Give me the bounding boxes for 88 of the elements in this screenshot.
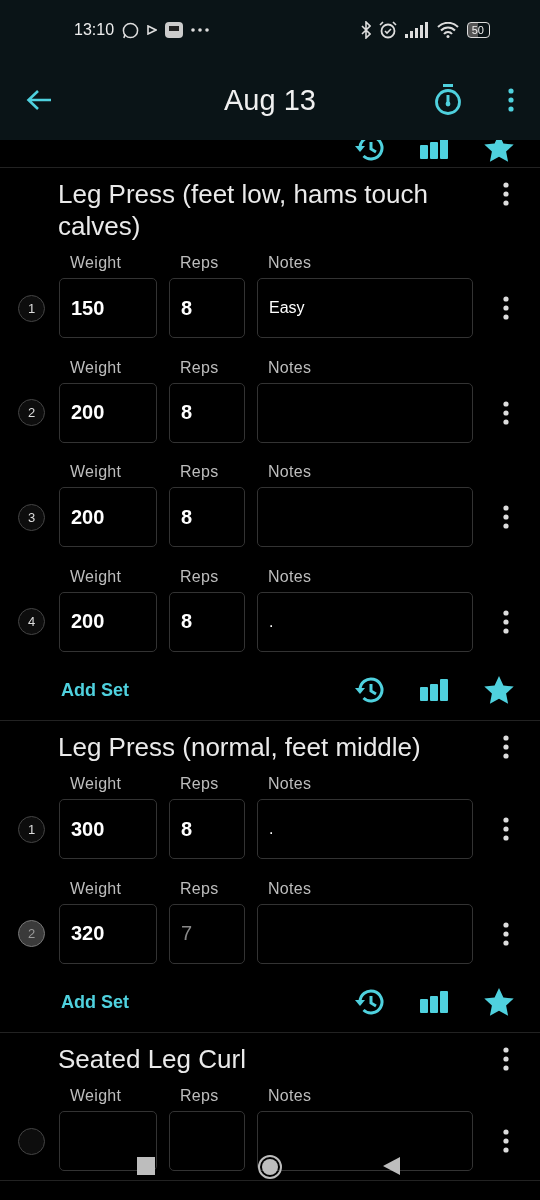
battery-indicator: 50 xyxy=(466,22,490,38)
weight-field[interactable]: 200 xyxy=(59,487,157,547)
star-icon[interactable] xyxy=(484,676,514,704)
reps-label: Reps xyxy=(180,1087,219,1105)
weight-field[interactable]: 320 xyxy=(59,903,157,964)
star-icon[interactable] xyxy=(484,988,514,1016)
more-icon[interactable] xyxy=(503,817,509,841)
notes-label: Notes xyxy=(268,775,312,793)
reps-label: Reps xyxy=(180,775,219,793)
notes-label: Notes xyxy=(268,879,312,898)
weight-label: Weight xyxy=(70,463,122,481)
bar-chart-icon[interactable] xyxy=(420,991,448,1013)
stopwatch-icon[interactable] xyxy=(434,84,462,116)
history-icon[interactable] xyxy=(354,140,384,162)
notes-label: Notes xyxy=(268,463,312,481)
history-icon[interactable] xyxy=(354,676,384,704)
play-icon xyxy=(147,25,158,35)
set-number: 2 xyxy=(18,920,45,947)
more-icon[interactable] xyxy=(503,400,509,425)
notes-field[interactable] xyxy=(257,903,473,964)
notes-label: Notes xyxy=(268,1087,312,1105)
wifi-icon xyxy=(436,22,459,38)
weight-field[interactable]: 150 xyxy=(59,278,157,338)
more-icon[interactable] xyxy=(503,505,509,529)
notes-field[interactable] xyxy=(257,1111,473,1171)
notes-field[interactable] xyxy=(257,382,473,443)
reps-field[interactable]: 8 xyxy=(169,591,245,652)
star-icon[interactable] xyxy=(484,140,514,162)
weight-label: Weight xyxy=(70,567,122,586)
weight-field[interactable]: 300 xyxy=(59,799,157,859)
reps-label: Reps xyxy=(180,879,219,898)
weight-label: Weight xyxy=(70,775,122,793)
exercise-title: Leg Press (normal, feet middle) xyxy=(58,731,422,763)
add-set-link[interactable]: Add Set xyxy=(61,679,129,701)
add-set-link[interactable]: Add Set xyxy=(61,991,129,1013)
reps-label: Reps xyxy=(180,254,219,272)
reps-field[interactable]: 8 xyxy=(169,799,245,859)
weight-label: Weight xyxy=(70,254,122,272)
notes-field[interactable]: . xyxy=(257,591,473,652)
weight-field[interactable] xyxy=(59,1111,157,1171)
bar-chart-icon[interactable] xyxy=(420,679,448,701)
reps-label: Reps xyxy=(180,567,219,586)
more-icon[interactable] xyxy=(503,735,509,759)
history-icon[interactable] xyxy=(354,988,384,1016)
more-icon[interactable] xyxy=(503,1129,509,1153)
reps-label: Reps xyxy=(180,463,219,481)
exercise-title: Leg Press (feet low, hams touch calves) xyxy=(58,178,429,242)
more-icon[interactable] xyxy=(503,609,509,634)
bar-chart-icon[interactable] xyxy=(420,140,448,159)
more-icon[interactable] xyxy=(503,182,509,206)
chat-icon xyxy=(122,21,140,39)
notes-label: Notes xyxy=(268,567,312,586)
set-number: 4 xyxy=(18,608,45,635)
set-number: 3 xyxy=(18,503,45,531)
more-icon[interactable] xyxy=(503,921,509,946)
back-arrow-icon[interactable] xyxy=(26,89,52,111)
weight-field[interactable]: 200 xyxy=(59,382,157,443)
reps-field[interactable]: 8 xyxy=(169,382,245,443)
notes-field[interactable] xyxy=(257,487,473,547)
more-notifications-icon xyxy=(191,28,210,32)
alarm-icon xyxy=(378,21,397,39)
screen-title: Aug 13 xyxy=(224,83,316,116)
weight-label: Weight xyxy=(70,1087,122,1105)
notes-label: Notes xyxy=(268,358,312,377)
set-number: 1 xyxy=(18,815,45,843)
bluetooth-icon xyxy=(360,21,371,39)
home-icon[interactable] xyxy=(257,1154,283,1180)
more-icon[interactable] xyxy=(503,1047,509,1071)
signal-icon xyxy=(404,22,429,38)
more-icon[interactable] xyxy=(508,88,514,112)
back-icon[interactable] xyxy=(383,1157,400,1175)
clock-time: 13:10 xyxy=(74,21,115,39)
reps-field[interactable]: 7 xyxy=(169,903,245,964)
more-icon[interactable] xyxy=(503,296,509,320)
reps-label: Reps xyxy=(180,358,219,377)
set-number: 2 xyxy=(18,399,45,426)
set-number: 1 xyxy=(18,294,45,322)
weight-label: Weight xyxy=(70,358,122,377)
reps-field[interactable]: 8 xyxy=(169,278,245,338)
notes-field[interactable]: Easy xyxy=(257,278,473,338)
ad-icon xyxy=(165,22,184,38)
weight-label: Weight xyxy=(70,879,122,898)
reps-field[interactable]: 8 xyxy=(169,487,245,547)
notes-field[interactable]: . xyxy=(257,799,473,859)
weight-field[interactable]: 200 xyxy=(59,591,157,652)
exercise-title: Seated Leg Curl xyxy=(58,1043,247,1075)
reps-field[interactable] xyxy=(169,1111,245,1171)
notes-label: Notes xyxy=(268,254,312,272)
